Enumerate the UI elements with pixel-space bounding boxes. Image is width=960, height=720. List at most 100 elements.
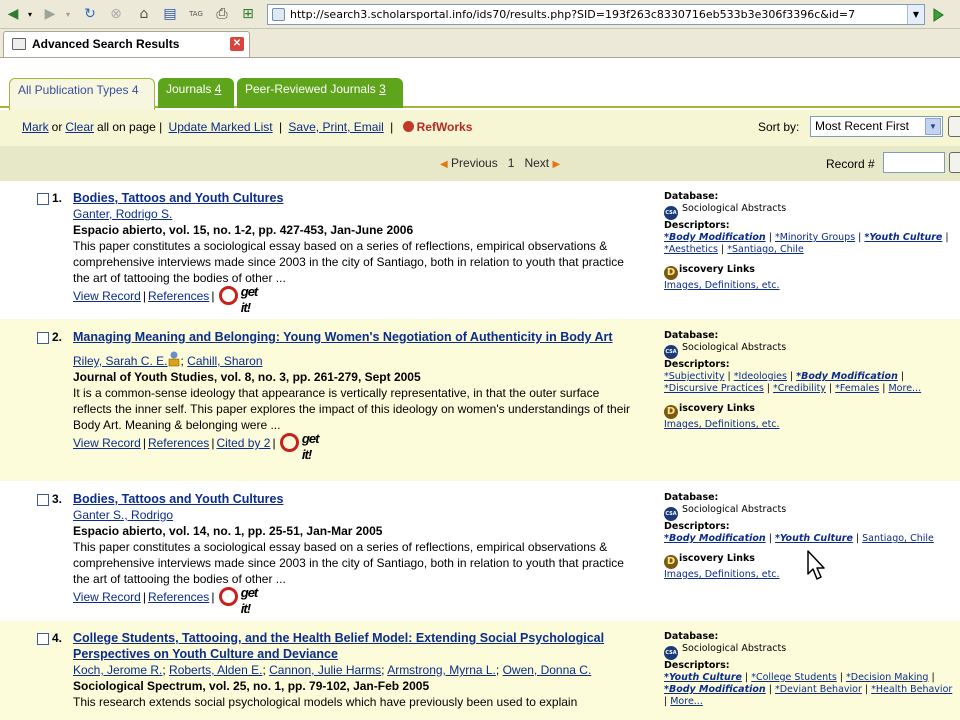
descriptor-link[interactable]: *Deviant Behavior <box>775 684 862 695</box>
discovery-links[interactable]: Discovery Links <box>664 403 954 419</box>
csa-logo-icon: CSA <box>664 206 678 220</box>
go-arrow-icon <box>933 7 944 22</box>
descriptor-link[interactable]: *Youth Culture <box>664 672 742 683</box>
refworks-link[interactable]: RefWorks <box>402 120 476 134</box>
get-it-button[interactable]: get it! <box>218 284 266 315</box>
record-checkbox[interactable] <box>37 193 49 205</box>
update-marked-list-link[interactable]: Update Marked List <box>169 120 273 134</box>
reload-icon[interactable]: ↻ <box>80 4 100 24</box>
record-number-input[interactable] <box>883 152 945 173</box>
more-descriptors-link[interactable]: More... <box>888 383 921 394</box>
back-dropdown-icon[interactable]: ▾ <box>24 4 36 24</box>
descriptor-link[interactable]: *College Students <box>751 672 837 683</box>
more-descriptors-link[interactable]: More... <box>670 696 703 707</box>
cited-by-link[interactable]: Cited by 2 <box>216 436 270 450</box>
descriptor-link[interactable]: *Credibility <box>773 383 826 394</box>
references-link[interactable]: References <box>148 436 209 450</box>
author-link[interactable]: Cannon, Julie Harms <box>269 663 381 677</box>
result-record: 4. College Students, Tattooing, and the … <box>0 621 960 720</box>
close-tab-icon[interactable]: ✕ <box>230 37 244 51</box>
view-record-link[interactable]: View Record <box>73 289 141 303</box>
record-checkbox[interactable] <box>37 332 49 344</box>
csa-logo-icon: CSA <box>664 646 678 660</box>
discovery-sub-link[interactable]: Images, Definitions, etc. <box>664 569 780 580</box>
descriptor-link[interactable]: *Health Behavior <box>871 684 952 695</box>
descriptor-link[interactable]: *Body Modification <box>796 371 898 382</box>
descriptor-link[interactable]: *Subjectivity <box>664 371 725 382</box>
tag-icon[interactable]: TAG <box>186 4 206 24</box>
save-print-email-link[interactable]: Save, Print, Email <box>288 120 383 134</box>
previous-link[interactable]: Previous <box>451 156 498 170</box>
descriptor-link[interactable]: *Females <box>835 383 879 394</box>
descriptor-link[interactable]: *Body Modification <box>664 232 766 243</box>
author-link[interactable]: Ganter, Rodrigo S. <box>73 207 172 221</box>
next-link[interactable]: Next <box>524 156 549 170</box>
tab-journals[interactable]: Journals 4 <box>158 78 234 108</box>
clear-link[interactable]: Clear <box>65 120 94 134</box>
sort-select[interactable]: Most Recent First ▼ <box>810 116 943 137</box>
record-abstract: This research extends social psychologic… <box>73 695 578 709</box>
go-button[interactable] <box>927 4 949 25</box>
forward-icon[interactable]: ▶ <box>40 4 60 24</box>
database-name: Sociological Abstracts <box>682 643 787 654</box>
csa-logo-icon: CSA <box>664 507 678 521</box>
discovery-links[interactable]: Discovery Links <box>664 264 954 280</box>
get-it-button[interactable]: get it! <box>279 431 327 462</box>
print-icon[interactable]: ⎙ <box>212 4 232 24</box>
home-icon[interactable]: ⌂ <box>134 4 154 24</box>
author-link[interactable]: Riley, Sarah C. E. <box>73 354 167 368</box>
tab-peer-reviewed[interactable]: Peer-Reviewed Journals 3 <box>237 78 403 108</box>
descriptor-link[interactable]: *Ideologies <box>734 371 787 382</box>
record-go-button[interactable] <box>949 152 960 173</box>
descriptors-label: Descriptors: <box>664 521 730 532</box>
record-title-link[interactable]: Bodies, Tattoos and Youth Cultures <box>73 492 283 506</box>
author-link[interactable]: Armstrong, Myrna L. <box>387 663 496 677</box>
view-record-link[interactable]: View Record <box>73 590 141 604</box>
record-abstract: This paper constitutes a sociological es… <box>73 239 624 285</box>
descriptor-link[interactable]: *Decision Making <box>846 672 928 683</box>
author-link[interactable]: Ganter S., Rodrigo <box>73 508 173 522</box>
descriptor-link[interactable]: *Body Modification <box>664 684 766 695</box>
back-icon[interactable]: ◀ <box>3 4 23 24</box>
descriptor-link[interactable]: *Discursive Practices <box>664 383 764 394</box>
author-link[interactable]: Koch, Jerome R. <box>73 663 162 677</box>
discovery-sub-link[interactable]: Images, Definitions, etc. <box>664 280 780 291</box>
author-link[interactable]: Owen, Donna C. <box>503 663 592 677</box>
descriptor-link[interactable]: *Body Modification <box>664 533 766 544</box>
descriptor-link[interactable]: *Santiago, Chile <box>727 244 803 255</box>
author-link[interactable]: Cahill, Sharon <box>187 354 262 368</box>
record-checkbox[interactable] <box>37 494 49 506</box>
url-dropdown-icon[interactable]: ▼ <box>907 5 924 24</box>
record-title-link[interactable]: College Students, Tattooing, and the Hea… <box>73 631 604 661</box>
references-link[interactable]: References <box>148 289 209 303</box>
references-link[interactable]: References <box>148 590 209 604</box>
database-label: Database: <box>664 330 719 341</box>
sort-go-button[interactable] <box>948 116 960 137</box>
record-checkbox[interactable] <box>37 633 49 645</box>
record-title-link[interactable]: Bodies, Tattoos and Youth Cultures <box>73 191 283 205</box>
discovery-sub-link[interactable]: Images, Definitions, etc. <box>664 419 780 430</box>
tab-favicon-icon <box>12 38 26 50</box>
mark-link[interactable]: Mark <box>22 120 49 134</box>
descriptor-link[interactable]: *Youth Culture <box>864 232 942 243</box>
sort-value: Most Recent First <box>815 119 910 133</box>
add-bookmark-icon[interactable]: ⊞ <box>238 4 258 24</box>
descriptor-link[interactable]: *Youth Culture <box>775 533 853 544</box>
stop-icon[interactable]: ⊗ <box>106 4 126 24</box>
get-it-label: get it! <box>301 431 320 462</box>
database-label: Database: <box>664 191 719 202</box>
view-record-link[interactable]: View Record <box>73 436 141 450</box>
bookmarks-icon[interactable]: ▤ <box>160 4 180 24</box>
get-it-label: get it! <box>240 284 259 315</box>
get-it-button[interactable]: get it! <box>218 585 266 616</box>
forward-dropdown-icon[interactable]: ▾ <box>62 4 74 24</box>
url-bar[interactable]: http://search3.scholarsportal.info/ids70… <box>267 4 925 25</box>
descriptor-link[interactable]: Santiago, Chile <box>862 533 934 544</box>
tab-all-publication-types[interactable]: All Publication Types 4 <box>9 78 155 110</box>
descriptor-link[interactable]: *Aesthetics <box>664 244 718 255</box>
browser-tab[interactable]: Advanced Search Results ✕ <box>3 31 250 57</box>
record-title-link[interactable]: Managing Meaning and Belonging: Young Wo… <box>73 330 613 344</box>
separator: | <box>278 120 283 134</box>
descriptor-link[interactable]: *Minority Groups <box>775 232 855 243</box>
author-link[interactable]: Roberts, Alden E. <box>169 663 262 677</box>
